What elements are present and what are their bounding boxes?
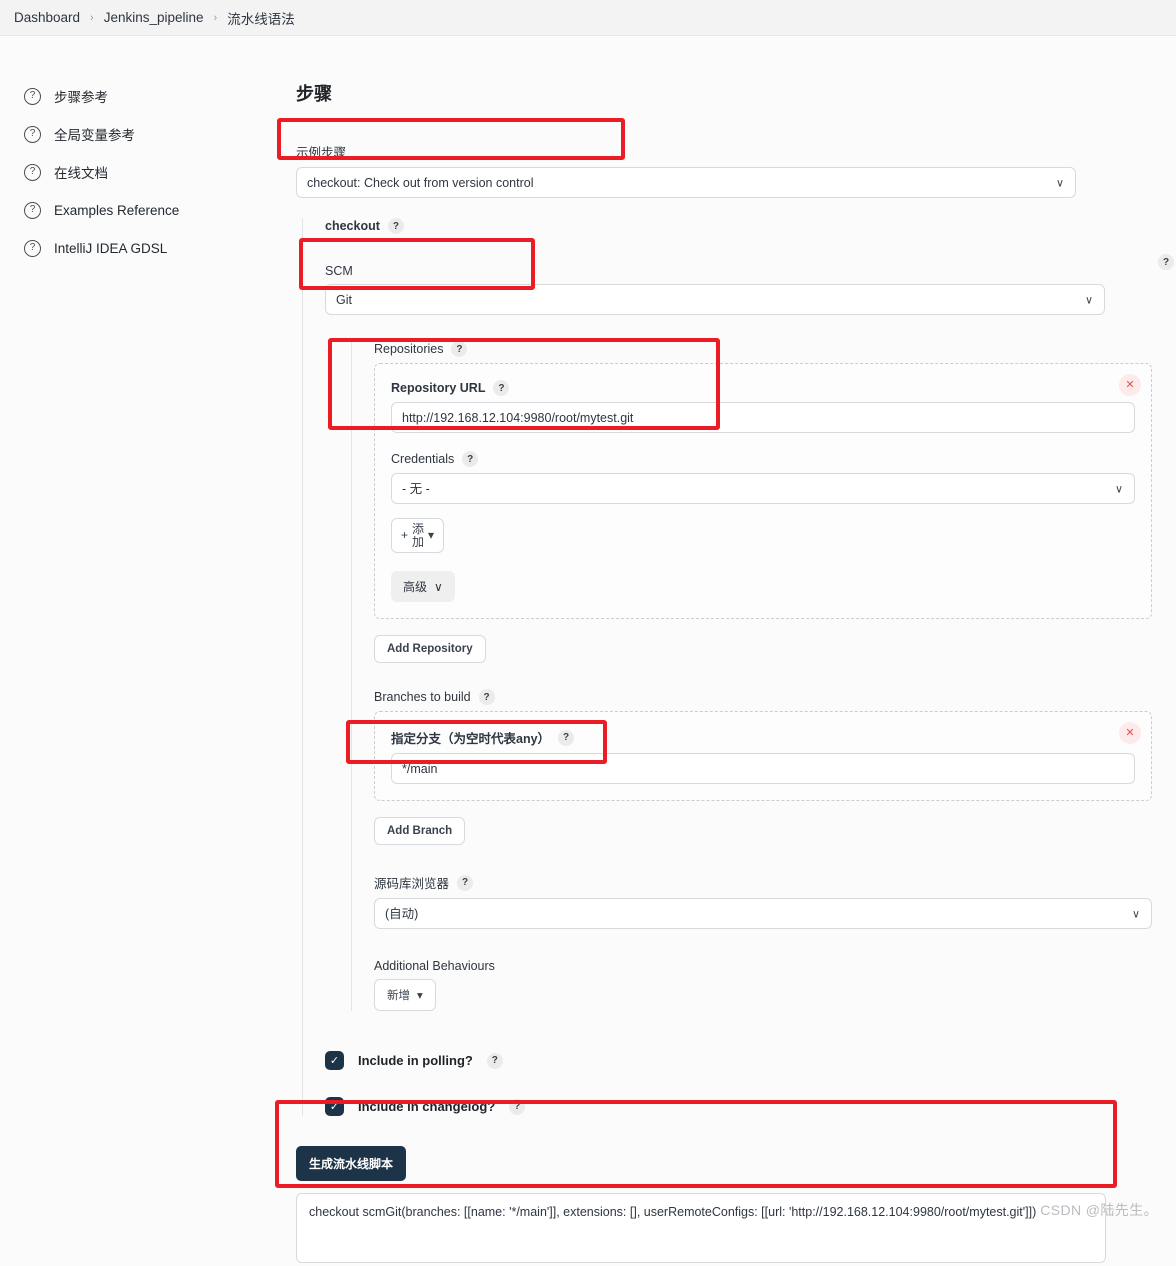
help-circle-icon: ? [24, 239, 41, 257]
sidebar-item-label: 步骤参考 [54, 90, 108, 105]
branches-to-build-label: Branches to build ? [374, 689, 1176, 706]
scm-field: SCM Git ∨ [325, 264, 1105, 315]
delete-repository-button[interactable]: ✕ [1119, 374, 1141, 396]
main-content: 步骤 示例步骤 checkout: Check out from version… [280, 36, 1176, 1266]
breadcrumb-item-dashboard[interactable]: Dashboard [14, 10, 80, 25]
include-in-polling-checkbox[interactable]: ✓ [325, 1051, 344, 1071]
sidebar-item-label: 在线文档 [54, 166, 108, 181]
add-repository-wrap: Add Repository [374, 635, 1176, 664]
add-credentials-button[interactable]: + 添 加 ▾ [391, 518, 445, 554]
add-branch-button[interactable]: Add Branch [374, 817, 466, 846]
script-output-wrap: checkout scmGit(branches: [[name: '*/mai… [296, 1193, 1106, 1266]
branch-card: ✕ 指定分支（为空时代表any） ? [374, 711, 1152, 802]
scm-right-help-icon[interactable]: ? [1158, 254, 1174, 270]
additional-behaviours-add-wrap: 新增 ▾ [374, 979, 1176, 1012]
repo-browser-select[interactable]: (自动) [374, 898, 1152, 930]
plus-icon: + [401, 528, 409, 543]
add-repository-button[interactable]: Add Repository [374, 635, 486, 664]
sidebar-item-label: Examples Reference [54, 202, 180, 218]
add-credentials-label: 添 加 [412, 523, 424, 548]
help-icon[interactable]: ? [451, 341, 468, 357]
repository-url-input[interactable] [391, 402, 1135, 433]
page-title: 步骤 [296, 84, 332, 104]
breadcrumb-item-jenkins-pipeline[interactable]: Jenkins_pipeline [104, 10, 204, 25]
add-behaviour-label: 新增 [387, 990, 410, 1003]
repo-browser-label: 源码库浏览器 ? [374, 873, 1176, 892]
sidebar: ? 步骤参考 ? 全局变量参考 ? 在线文档 ? Examples Refere… [0, 36, 280, 1266]
generate-pipeline-script-button[interactable]: 生成流水线脚本 [296, 1146, 407, 1182]
credentials-label: Credentials ? [391, 451, 1135, 467]
repositories-label: Repositories ? [374, 341, 1176, 357]
generate-section: 生成流水线脚本 checkout scmGit(branches: [[name… [296, 1146, 1106, 1266]
generated-script-output[interactable]: checkout scmGit(branches: [[name: '*/mai… [296, 1193, 1106, 1264]
repo-browser-select-wrap: (自动) ∨ [374, 898, 1152, 930]
chevron-down-icon: ∨ [434, 579, 443, 594]
help-circle-icon: ? [24, 201, 41, 219]
example-step-select-wrap: checkout: Check out from version control… [296, 167, 1076, 198]
credentials-select[interactable]: - 无 - [391, 473, 1135, 504]
advanced-label: 高级 [403, 580, 428, 595]
include-in-polling-label: Include in polling? [358, 1053, 473, 1069]
include-in-polling-row[interactable]: ✓ Include in polling? ? [325, 1051, 1176, 1071]
csdn-watermark: CSDN @陆先生。 [1040, 1202, 1158, 1218]
branch-spec-label: 指定分支（为空时代表any） ? [391, 728, 1135, 747]
sidebar-item-label: 全局变量参考 [54, 128, 135, 143]
help-icon[interactable]: ? [558, 729, 575, 746]
help-icon[interactable]: ? [509, 1098, 526, 1115]
sidebar-item-label: IntelliJ IDEA GDSL [54, 240, 168, 256]
example-step-field: 示例步骤 checkout: Check out from version co… [296, 142, 1076, 198]
additional-behaviours-label: Additional Behaviours [374, 959, 495, 974]
delete-branch-button[interactable]: ✕ [1119, 722, 1141, 745]
scm-select-wrap: Git ∨ [325, 284, 1105, 315]
add-behaviour-button[interactable]: 新增 ▾ [374, 979, 436, 1012]
checkout-section: checkout ? SCM Git ∨ Repositories ? ✕ Re… [302, 218, 1176, 1117]
breadcrumb-item-pipeline-syntax[interactable]: 流水线语法 [227, 8, 295, 28]
add-credentials-label-line2: 加 [412, 534, 425, 549]
chevron-down-icon: ▾ [417, 990, 423, 1003]
breadcrumb-separator-icon: › [90, 11, 94, 24]
help-circle-icon: ? [24, 163, 41, 181]
help-icon[interactable]: ? [493, 380, 510, 396]
repository-card: ✕ Repository URL ? Credentials ? - 无 - [374, 363, 1152, 620]
sidebar-item-intellij-idea-gdsl[interactable]: ? IntelliJ IDEA GDSL [24, 230, 280, 266]
branch-spec-input[interactable] [391, 753, 1135, 785]
include-in-changelog-checkbox[interactable]: ✓ [325, 1097, 344, 1117]
checkout-heading: checkout ? [325, 218, 1176, 234]
breadcrumb-separator-icon: › [213, 11, 218, 24]
repositories-section: Repositories ? ✕ Repository URL ? Creden… [351, 341, 1176, 1012]
sidebar-item-step-reference[interactable]: ? 步骤参考 [24, 78, 280, 114]
help-icon[interactable]: ? [478, 689, 495, 706]
example-step-select[interactable]: checkout: Check out from version control [296, 167, 1076, 198]
sidebar-item-examples-reference[interactable]: ? Examples Reference [24, 192, 280, 228]
help-circle-icon: ? [24, 125, 41, 143]
help-icon[interactable]: ? [486, 1052, 503, 1069]
add-credentials-wrap: + 添 加 ▾ [391, 518, 1135, 554]
scm-select[interactable]: Git [325, 284, 1105, 315]
advanced-button[interactable]: 高级 ∨ [391, 571, 455, 603]
help-icon[interactable]: ? [462, 451, 479, 467]
help-circle-icon: ? [24, 87, 41, 105]
credentials-select-wrap: - 无 - ∨ [391, 473, 1135, 504]
help-icon[interactable]: ? [457, 874, 474, 891]
add-branch-wrap: Add Branch [374, 817, 1176, 846]
scm-label: SCM [325, 264, 353, 278]
add-credentials-label-line1: 添 [412, 522, 425, 536]
repository-url-label: Repository URL ? [391, 380, 1135, 396]
sidebar-item-global-variable-reference[interactable]: ? 全局变量参考 [24, 116, 280, 152]
chevron-down-icon: ▾ [428, 528, 435, 543]
help-icon[interactable]: ? [387, 218, 404, 234]
include-in-changelog-row[interactable]: ✓ Include in changelog? ? [325, 1097, 1176, 1117]
example-step-label: 示例步骤 [296, 146, 347, 160]
breadcrumb: Dashboard › Jenkins_pipeline › 流水线语法 [0, 0, 1176, 36]
include-in-changelog-label: Include in changelog? [358, 1099, 496, 1115]
sidebar-item-online-documentation[interactable]: ? 在线文档 [24, 154, 280, 190]
advanced-wrap: 高级 ∨ [391, 571, 1135, 603]
